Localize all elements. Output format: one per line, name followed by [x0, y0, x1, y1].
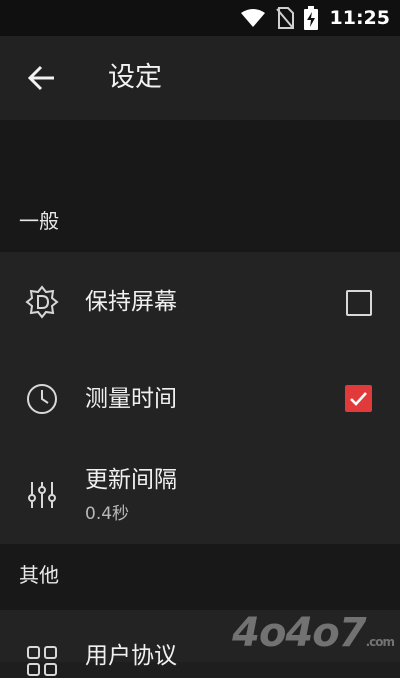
setting-label: 测量时间 [85, 386, 177, 412]
setting-label: 更新间隔 [85, 467, 177, 493]
arrow-left-icon [27, 65, 54, 91]
watermark-text: 4o4o7 [232, 610, 366, 656]
screen-brightness-icon [25, 285, 59, 319]
setting-update-interval[interactable]: 更新间隔 0.4秒 [0, 446, 400, 544]
grid-icon [27, 646, 57, 676]
section-header-label: 其他 [19, 563, 59, 587]
setting-label: 保持屏幕 [85, 289, 177, 315]
status-bar: 11:25 [0, 0, 400, 36]
section-header-general: 一般 [0, 190, 400, 252]
top-spacer [0, 120, 400, 190]
status-time: 11:25 [329, 7, 390, 29]
measure-time-checkbox[interactable] [345, 385, 372, 412]
wifi-icon [240, 9, 265, 27]
setting-keep-screen[interactable]: 保持屏幕 [0, 252, 400, 352]
keep-screen-checkbox[interactable] [346, 290, 372, 316]
sliders-icon [28, 482, 56, 508]
watermark-logo: 4o4o7.com [232, 610, 395, 656]
battery-charging-icon [303, 6, 318, 30]
setting-measure-time[interactable]: 测量时间 [0, 352, 400, 446]
clock-icon [27, 384, 57, 414]
no-sim-icon [275, 7, 294, 29]
back-button[interactable] [22, 58, 62, 98]
check-icon [350, 392, 367, 406]
section-header-label: 一般 [19, 209, 59, 233]
app-bar: 设定 [0, 36, 400, 120]
setting-label: 用户协议 [85, 643, 177, 669]
page-title: 设定 [108, 62, 162, 93]
watermark-suffix: .com [365, 635, 395, 649]
status-icons: 11:25 [240, 0, 390, 36]
section-header-other: 其他 [0, 544, 400, 610]
setting-value: 0.4秒 [85, 504, 130, 524]
